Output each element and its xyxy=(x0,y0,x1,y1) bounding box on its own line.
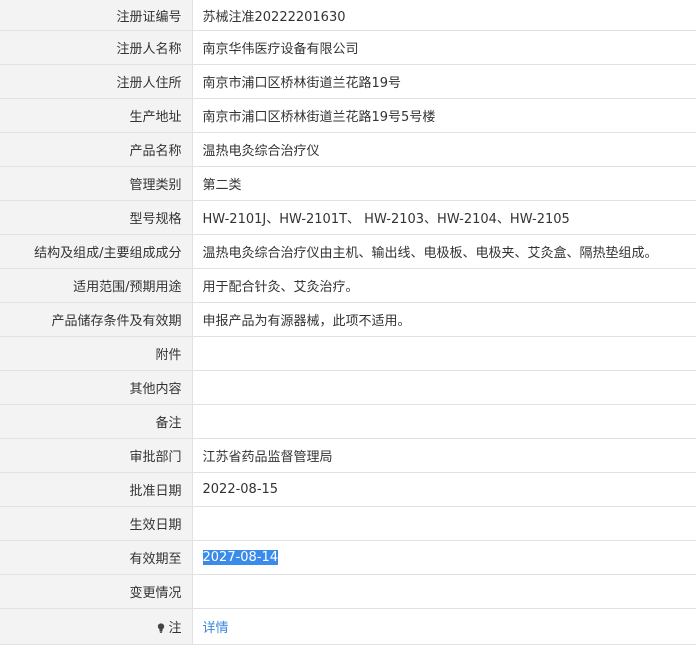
label-change-status: 变更情况 xyxy=(0,574,193,609)
label-effective-date: 生效日期 xyxy=(0,506,193,541)
details-link[interactable]: 详情 xyxy=(203,621,229,636)
value-product-name: 温热电灸综合治疗仪 xyxy=(192,132,696,167)
row-approval-date: 批准日期 2022-08-15 xyxy=(0,472,696,507)
value-storage-validity: 申报产品为有源器械，此项不适用。 xyxy=(192,302,696,337)
value-registrant-name: 南京华伟医疗设备有限公司 xyxy=(192,30,696,65)
value-production-address: 南京市浦口区桥林街道兰花路19号5号楼 xyxy=(192,98,696,133)
lightbulb-icon xyxy=(158,622,165,633)
row-change-status: 变更情况 xyxy=(0,574,696,609)
row-product-name: 产品名称 温热电灸综合治疗仪 xyxy=(0,132,696,167)
label-registrant-address: 注册人住所 xyxy=(0,64,193,99)
value-note-cell: 详情 xyxy=(192,608,696,645)
label-intended-use: 适用范围/预期用途 xyxy=(0,268,193,303)
value-valid-until-cell: 2027-08-14 xyxy=(192,540,696,575)
row-structure-composition: 结构及组成/主要组成成分 温热电灸综合治疗仪由主机、输出线、电极板、电极夹、艾灸… xyxy=(0,234,696,269)
value-intended-use: 用于配合针灸、艾灸治疗。 xyxy=(192,268,696,303)
label-valid-until: 有效期至 xyxy=(0,540,193,575)
registration-detail-table: 注册证编号 苏械注准20222201630 注册人名称 南京华伟医疗设备有限公司… xyxy=(0,0,696,645)
label-remarks: 备注 xyxy=(0,404,193,439)
label-note-cell: 注 xyxy=(0,608,193,645)
row-approval-department: 审批部门 江苏省药品监督管理局 xyxy=(0,438,696,473)
label-registrant-name: 注册人名称 xyxy=(0,30,193,65)
value-valid-until[interactable]: 2027-08-14 xyxy=(202,549,279,565)
row-storage-validity: 产品储存条件及有效期 申报产品为有源器械，此项不适用。 xyxy=(0,302,696,337)
label-other-content: 其他内容 xyxy=(0,370,193,405)
label-structure-composition: 结构及组成/主要组成成分 xyxy=(0,234,193,269)
row-management-category: 管理类别 第二类 xyxy=(0,166,696,201)
value-other-content xyxy=(192,370,696,405)
label-approval-date: 批准日期 xyxy=(0,472,193,507)
label-production-address: 生产地址 xyxy=(0,98,193,133)
row-note: 注 详情 xyxy=(0,608,696,645)
row-model-spec: 型号规格 HW-2101J、HW-2101T、 HW-2103、HW-2104、… xyxy=(0,200,696,235)
label-approval-department: 审批部门 xyxy=(0,438,193,473)
value-approval-date: 2022-08-15 xyxy=(192,472,696,507)
label-storage-validity: 产品储存条件及有效期 xyxy=(0,302,193,337)
row-valid-until: 有效期至 2027-08-14 xyxy=(0,540,696,575)
row-other-content: 其他内容 xyxy=(0,370,696,405)
label-product-name: 产品名称 xyxy=(0,132,193,167)
row-production-address: 生产地址 南京市浦口区桥林街道兰花路19号5号楼 xyxy=(0,98,696,133)
row-effective-date: 生效日期 xyxy=(0,506,696,541)
value-management-category: 第二类 xyxy=(192,166,696,201)
label-management-category: 管理类别 xyxy=(0,166,193,201)
label-registration-number: 注册证编号 xyxy=(0,0,193,31)
label-attachments: 附件 xyxy=(0,336,193,371)
value-registration-number: 苏械注准20222201630 xyxy=(192,0,696,31)
value-model-spec: HW-2101J、HW-2101T、 HW-2103、HW-2104、HW-21… xyxy=(192,200,696,235)
value-effective-date xyxy=(192,506,696,541)
label-note: 注 xyxy=(168,620,182,636)
value-registrant-address: 南京市浦口区桥林街道兰花路19号 xyxy=(192,64,696,99)
row-registration-number: 注册证编号 苏械注准20222201630 xyxy=(0,0,696,31)
value-structure-composition: 温热电灸综合治疗仪由主机、输出线、电极板、电极夹、艾灸盒、隔热垫组成。 xyxy=(192,234,696,269)
value-attachments xyxy=(192,336,696,371)
row-attachments: 附件 xyxy=(0,336,696,371)
value-change-status xyxy=(192,574,696,609)
row-remarks: 备注 xyxy=(0,404,696,439)
value-approval-department: 江苏省药品监督管理局 xyxy=(192,438,696,473)
label-model-spec: 型号规格 xyxy=(0,200,193,235)
row-registrant-name: 注册人名称 南京华伟医疗设备有限公司 xyxy=(0,30,696,65)
row-intended-use: 适用范围/预期用途 用于配合针灸、艾灸治疗。 xyxy=(0,268,696,303)
row-registrant-address: 注册人住所 南京市浦口区桥林街道兰花路19号 xyxy=(0,64,696,99)
value-remarks xyxy=(192,404,696,439)
